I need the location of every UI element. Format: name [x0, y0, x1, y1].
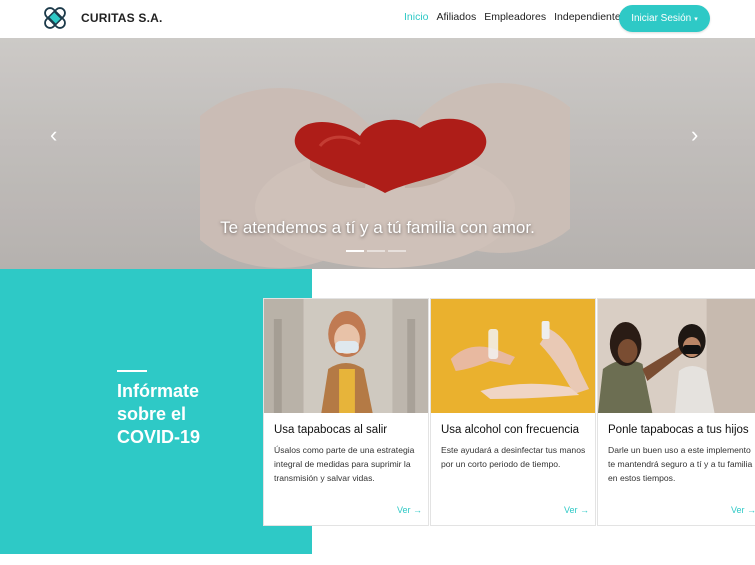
covid-section-title: Infórmate sobre el COVID-19 [117, 381, 201, 447]
login-label: Iniciar Sesión [631, 13, 692, 24]
navbar: CURITAS S.A. Inicio Afiliados Empleadore… [0, 0, 755, 38]
card-link-ver[interactable]: Ver → [731, 505, 755, 515]
card-title: Ponle tapabocas a tus hijos [608, 424, 749, 436]
nav-link-independientes[interactable]: Independientes [554, 11, 626, 23]
card-link-ver[interactable]: Ver → [564, 505, 589, 515]
carousel-next-icon[interactable]: › [691, 124, 705, 146]
carousel-indicator-2[interactable] [367, 250, 385, 252]
nav-link-inicio[interactable]: Inicio [404, 11, 429, 23]
covid-card-mask: Usa tapabocas al salir Úsalos como parte… [263, 298, 429, 526]
carousel-indicator-3[interactable] [388, 250, 406, 252]
card-text: Úsalos como parte de una estrategia inte… [274, 445, 415, 483]
card-title: Usa alcohol con frecuencia [441, 424, 580, 436]
woman-mask-image [264, 299, 428, 413]
carousel-prev-icon[interactable]: ‹ [50, 124, 64, 146]
bandage-icon[interactable] [42, 5, 68, 31]
covid-card-children: Ponle tapabocas a tus hijos Darle un bue… [597, 298, 755, 526]
hero-caption: Te atendemos a tí y a tú familia con amo… [220, 218, 535, 237]
covid-card-alcohol: Usa alcohol con frecuencia Este ayudará … [430, 298, 596, 526]
card-text: Darle un buen uso a este implemento te m… [608, 445, 753, 483]
card-title: Usa tapabocas al salir [274, 424, 388, 436]
card-link-ver[interactable]: Ver → [397, 505, 422, 515]
hand-sanitizer-image [431, 299, 595, 413]
carousel-indicators [346, 250, 406, 252]
card-text: Este ayudará a desinfectar tus manos por… [441, 445, 586, 469]
nav-link-empleadores[interactable]: Empleadores [484, 11, 546, 23]
brand-name[interactable]: CURITAS S.A. [81, 11, 163, 25]
login-button[interactable]: Iniciar Sesión ▾ [619, 5, 710, 32]
nav-link-afiliados[interactable]: Afiliados [437, 11, 477, 23]
nav-links: Inicio Afiliados Empleadores Independien… [404, 11, 634, 23]
caret-down-icon: ▾ [694, 15, 698, 23]
mother-child-mask-image [598, 299, 755, 413]
covid-title-divider [117, 370, 147, 372]
carousel-indicator-1[interactable] [346, 250, 364, 252]
